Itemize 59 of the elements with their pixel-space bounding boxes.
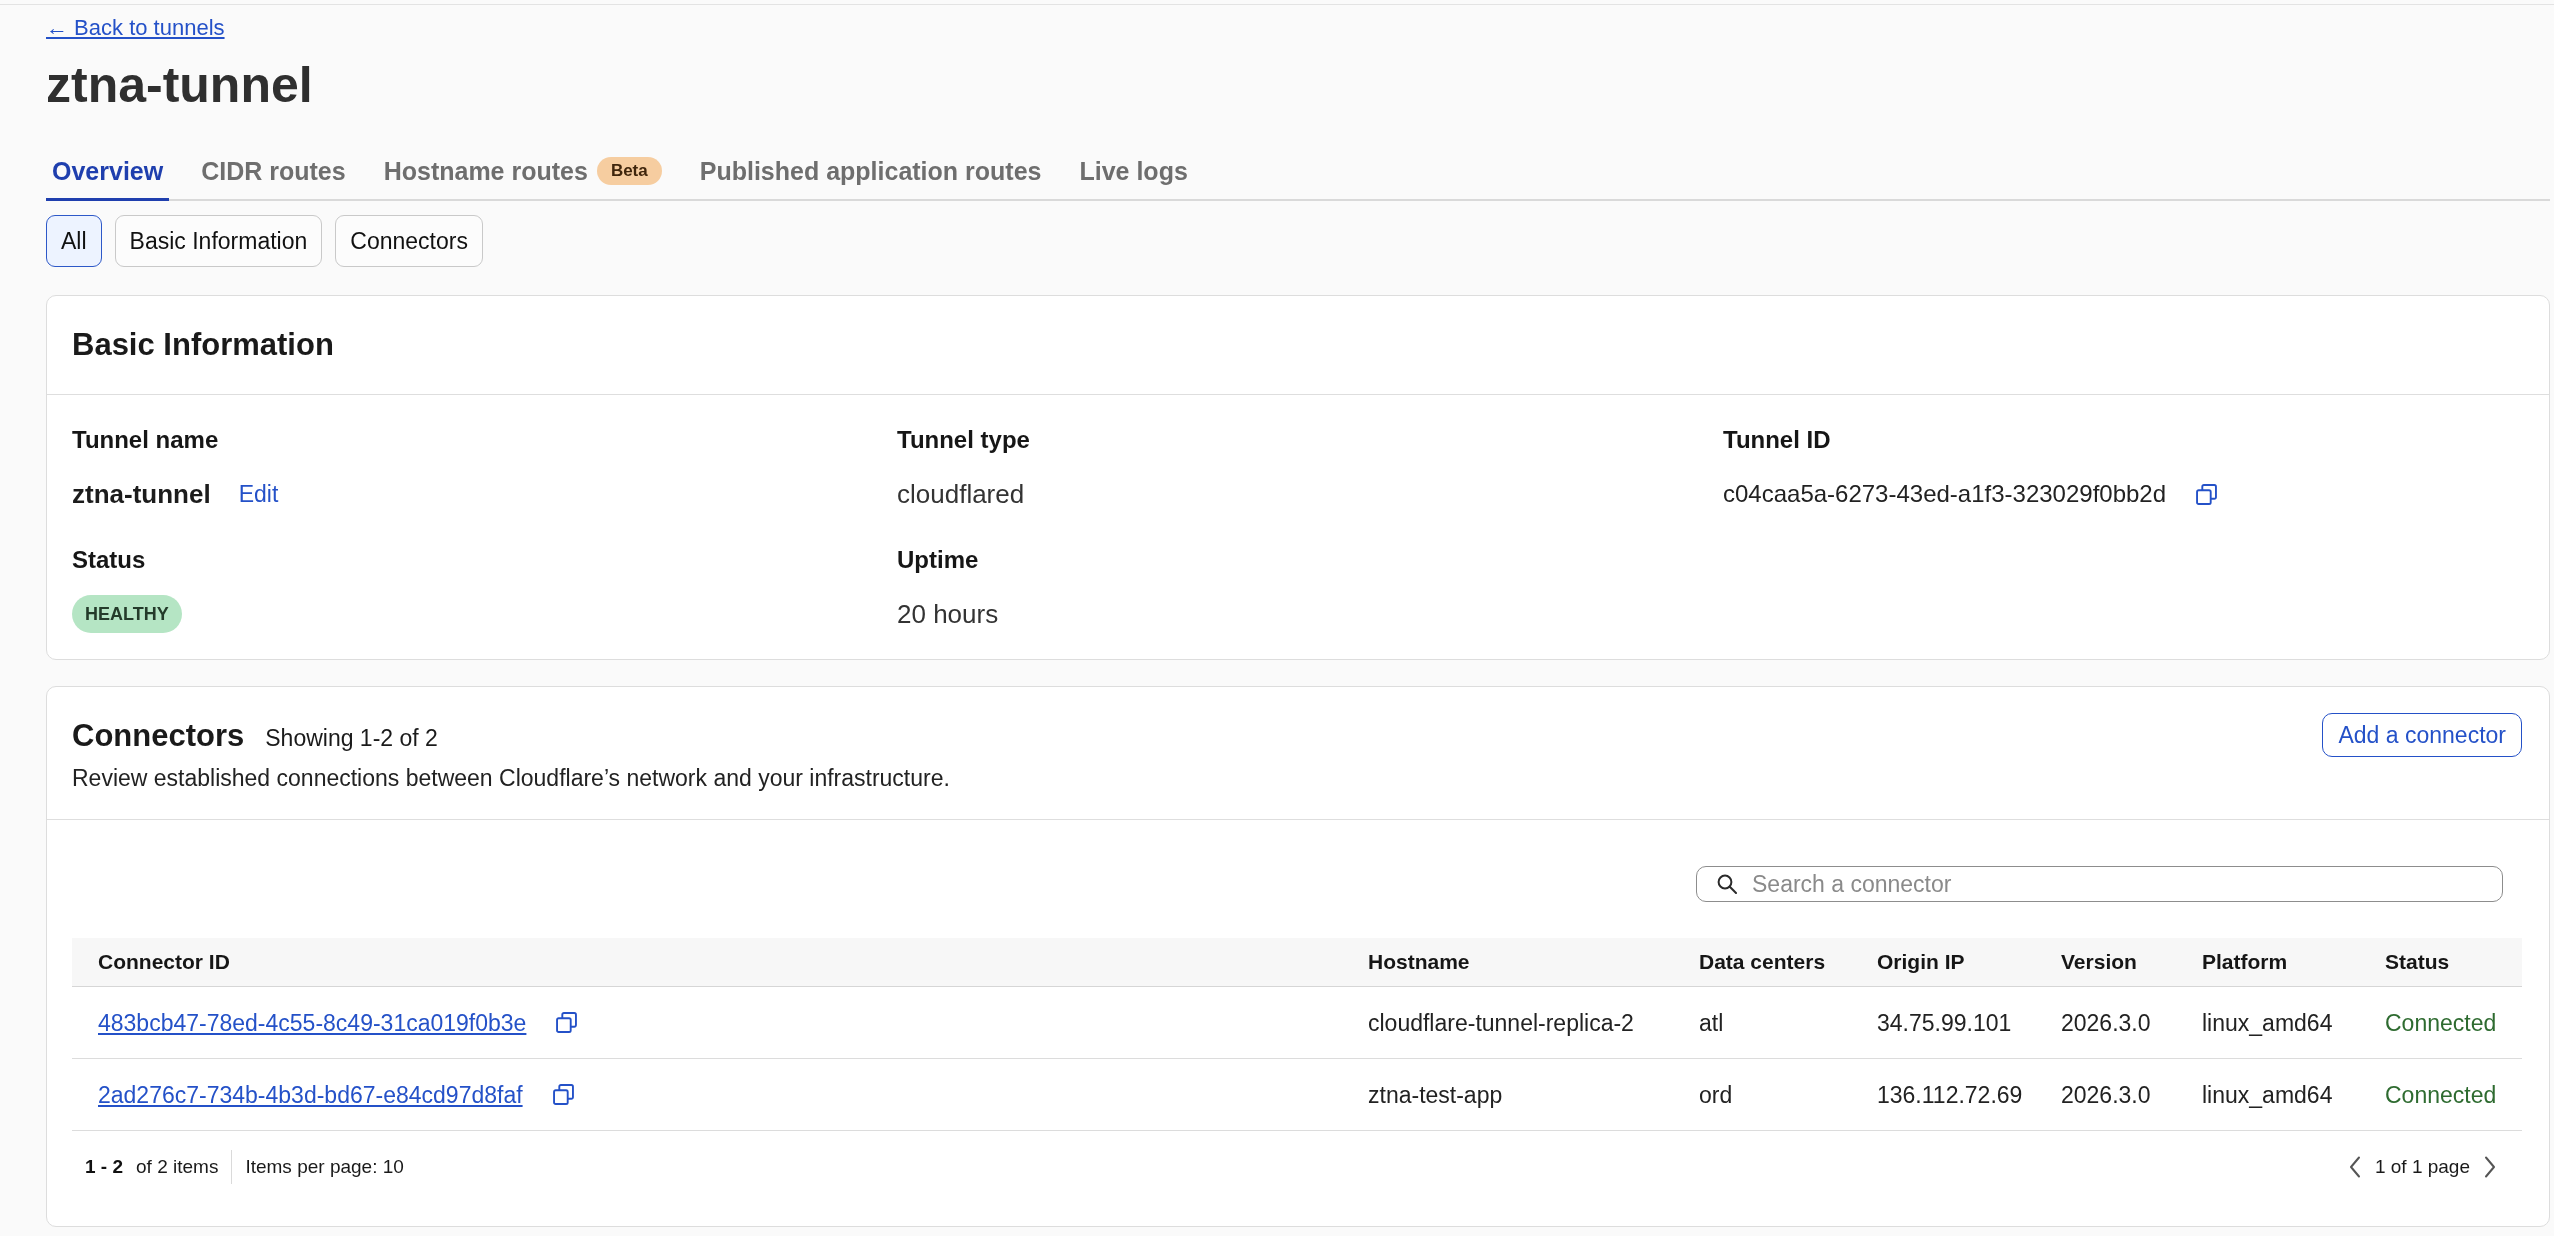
field-label: Uptime (897, 545, 979, 575)
copy-icon[interactable] (556, 1012, 578, 1033)
field-value: cloudflared (897, 478, 1025, 510)
table-cell: 34.75.99.101 (1877, 1008, 2012, 1037)
table-cell: ord (1699, 1080, 1733, 1109)
search-field[interactable]: Search a connector (1696, 866, 2503, 902)
table-cell: 2026.3.0 (2061, 1080, 2151, 1109)
column-header: Version (2061, 949, 2137, 975)
back-link[interactable]: ← Back to tunnels (46, 15, 225, 41)
column-header: Origin IP (1877, 949, 1965, 975)
column-header: Connector ID (98, 949, 230, 975)
card-title: Connectors (72, 717, 245, 755)
tab[interactable]: CIDR routes (195, 156, 352, 201)
card-title: Basic Information (72, 326, 334, 364)
table-cell: ztna-test-app (1368, 1080, 1503, 1109)
column-header: Platform (2202, 949, 2288, 975)
column-header: Data centers (1699, 949, 1826, 975)
tab[interactable]: Hostname routes Beta (377, 156, 668, 201)
page-title: ztna-tunnel (46, 56, 313, 114)
chevron-right-icon[interactable] (2484, 1156, 2496, 1178)
column-header: Status (2385, 949, 2450, 975)
field-value: ztna-tunnel (72, 478, 211, 510)
add-connector-button[interactable]: Add a connector (2322, 713, 2522, 757)
tab[interactable]: Published application routes (693, 156, 1048, 201)
card-description: Review established connections between Cloudflare’s network and your infrastructure. (72, 764, 950, 792)
copy-icon[interactable] (552, 1084, 574, 1105)
filter-chip[interactable]: All (46, 215, 102, 267)
result-count: Showing 1-2 of 2 (265, 725, 438, 752)
field-value: c04caa5a-6273-43ed-a1f3-323029f0bb2d (1723, 479, 2167, 509)
page-indicator: 1 of 1 page (2374, 1155, 2470, 1179)
chevron-left-icon[interactable] (2348, 1156, 2361, 1178)
connector-id-link[interactable]: 483bcb47-78ed-4c55-8c49-31ca019f0b3e (98, 1008, 527, 1037)
items-per-page: Items per page: 10 (245, 1155, 404, 1179)
filter-chip[interactable]: Connectors (335, 215, 483, 267)
tab[interactable]: Live logs (1073, 156, 1194, 201)
table-cell: atl (1699, 1008, 1724, 1037)
page-range: 1 - 2 (85, 1155, 124, 1179)
status-badge: HEALTHY (72, 595, 182, 633)
status-text: Connected (2385, 1080, 2497, 1109)
table-cell: 136.112.72.69 (1877, 1080, 2023, 1109)
table-cell: linux_amd64 (2202, 1008, 2333, 1037)
tab[interactable]: Overview (46, 156, 170, 201)
connector-id-link[interactable]: 2ad276c7-734b-4b3d-bd67-e84cd97d8faf (98, 1080, 523, 1109)
filter-chip[interactable]: Basic Information (114, 215, 323, 267)
search-icon (1717, 874, 1737, 894)
field-label: Tunnel type (897, 425, 1030, 455)
edit-link[interactable]: Edit (238, 480, 279, 508)
tab-badge: Beta (596, 157, 662, 185)
table-cell: 2026.3.0 (2061, 1008, 2151, 1037)
copy-icon[interactable] (2196, 483, 2218, 505)
item-count: of 2 items (136, 1155, 219, 1179)
field-value: 20 hours (897, 598, 999, 630)
table-cell: linux_amd64 (2202, 1080, 2333, 1109)
table-cell: cloudflare-tunnel-replica-2 (1368, 1008, 1634, 1037)
field-label: Tunnel name (72, 425, 219, 455)
field-label: Status (72, 545, 146, 575)
field-label: Tunnel ID (1723, 425, 1831, 455)
status-text: Connected (2385, 1008, 2497, 1037)
column-header: Hostname (1368, 949, 1470, 975)
